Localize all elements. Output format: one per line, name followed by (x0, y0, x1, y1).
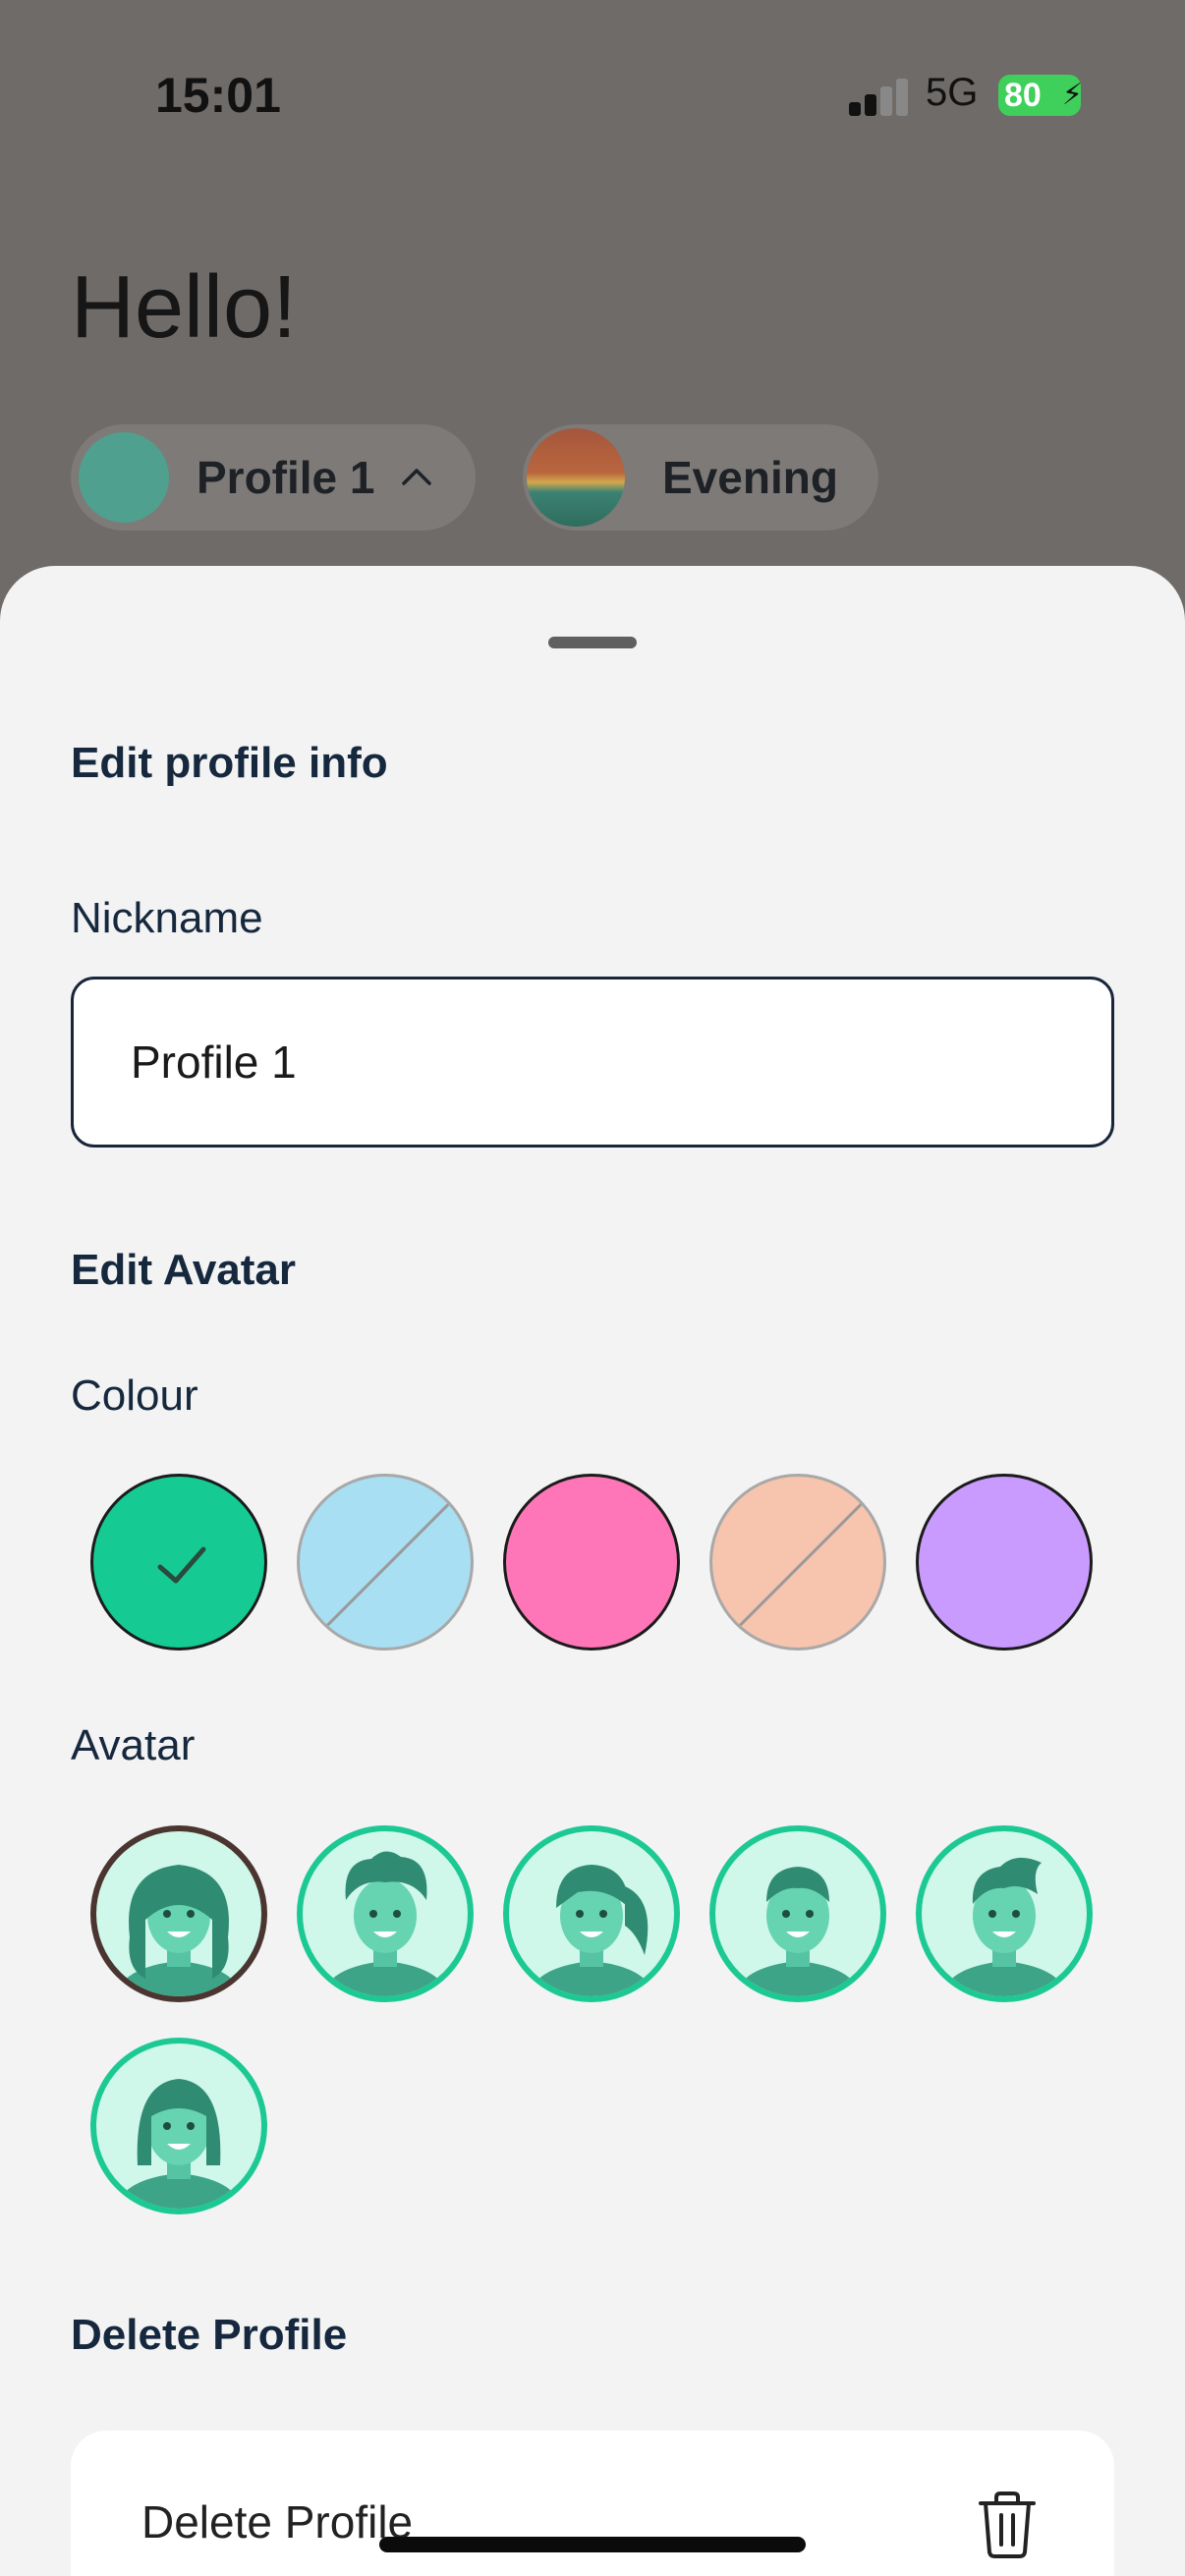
greeting-title: Hello! (71, 258, 298, 357)
profile-switcher-chip[interactable]: Profile 1 (71, 424, 476, 531)
avatar-ponytail[interactable] (503, 1825, 680, 2002)
colour-picker (90, 1474, 1097, 1652)
avatar-bob[interactable] (90, 2038, 267, 2214)
colour-swatch[interactable] (916, 1474, 1093, 1651)
nickname-input[interactable] (71, 977, 1114, 1148)
delete-profile-label: Delete Profile (141, 2496, 414, 2548)
profile-chip-label: Profile 1 (197, 452, 375, 503)
avatar-face-icon (116, 1865, 242, 1996)
avatar-face-icon (735, 1867, 861, 1996)
battery-icon: 80 ⚡ (998, 75, 1083, 116)
signal-icon (849, 77, 908, 116)
nickname-label: Nickname (71, 894, 263, 942)
status-bar: 15:01 5G 80 ⚡ (0, 0, 1185, 196)
unavailable-slash (316, 1494, 459, 1636)
network-label: 5G (926, 71, 979, 114)
trash-icon (979, 2492, 1036, 2558)
edit-profile-info-title: Edit profile info (71, 739, 388, 787)
avatar-face-icon (116, 2079, 242, 2209)
check-icon (157, 1546, 206, 1584)
time-chip-label: Evening (662, 452, 838, 503)
delete-profile-button[interactable]: Delete Profile (71, 2431, 1114, 2576)
avatar-short-hair[interactable] (709, 1825, 886, 2002)
avatar-label: Avatar (71, 1721, 196, 1769)
charging-icon: ⚡ (1061, 79, 1083, 111)
avatar-long-hair[interactable] (90, 1825, 267, 2002)
colour-swatch (297, 1474, 474, 1651)
avatar-face-icon (529, 1865, 654, 1996)
edit-profile-sheet: Edit profile info Nickname Edit Avatar C… (0, 566, 1185, 2576)
avatar-quiff[interactable] (916, 1825, 1093, 2002)
profile-avatar (75, 428, 173, 527)
avatar-face-icon (322, 1851, 448, 1996)
sheet-grabber[interactable] (548, 637, 637, 648)
delete-profile-title: Delete Profile (71, 2311, 348, 2359)
sunset-icon (527, 428, 625, 527)
avatar-curly-hair[interactable] (297, 1825, 474, 2002)
home-indicator (379, 2537, 806, 2552)
colour-label: Colour (71, 1372, 198, 1420)
chevron-up-icon (401, 469, 431, 485)
edit-avatar-title: Edit Avatar (71, 1246, 297, 1294)
colour-swatch (709, 1474, 886, 1651)
colour-swatch[interactable] (503, 1474, 680, 1651)
status-time: 15:01 (155, 68, 281, 123)
unavailable-slash (729, 1494, 872, 1636)
battery-level: 80 (1004, 77, 1042, 114)
time-of-day-chip[interactable]: Evening (523, 424, 878, 531)
avatar-face-icon (941, 1857, 1067, 1996)
colour-swatch[interactable] (90, 1474, 267, 1651)
